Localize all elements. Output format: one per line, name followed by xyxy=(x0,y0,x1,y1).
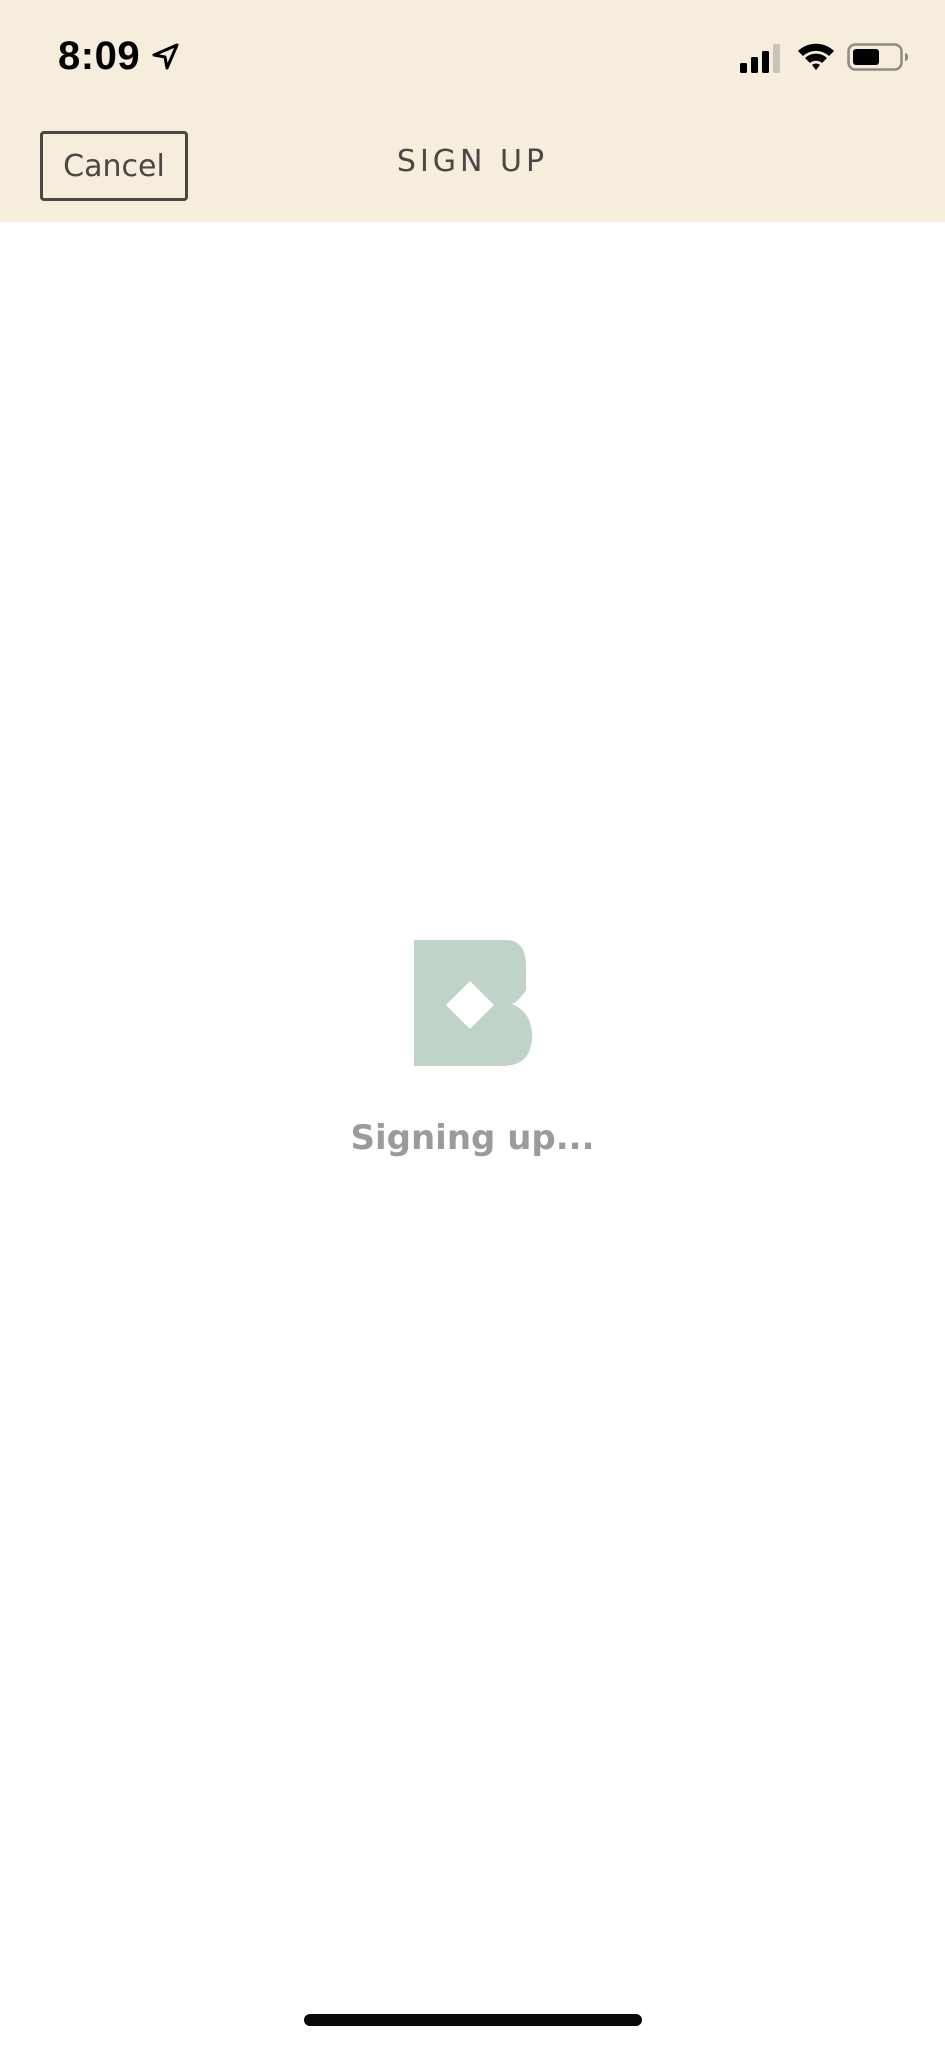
page-title: SIGN UP xyxy=(396,144,549,179)
home-indicator[interactable] xyxy=(304,2014,642,2026)
loading-text: Signing up... xyxy=(350,1118,595,1158)
status-bar: 8:09 xyxy=(0,0,945,115)
battery-icon xyxy=(847,43,908,71)
navigation-bar: Cancel SIGN UP xyxy=(0,115,945,222)
wifi-icon xyxy=(798,43,834,70)
header-area: 8:09 Cancel SIGN UP xyxy=(0,0,945,222)
cellular-signal-icon xyxy=(740,44,780,73)
status-time: 8:09 xyxy=(58,34,141,78)
location-arrow-icon xyxy=(152,43,179,70)
brand-logo-icon xyxy=(414,940,532,1066)
loading-indicator: Signing up... xyxy=(0,940,945,1170)
